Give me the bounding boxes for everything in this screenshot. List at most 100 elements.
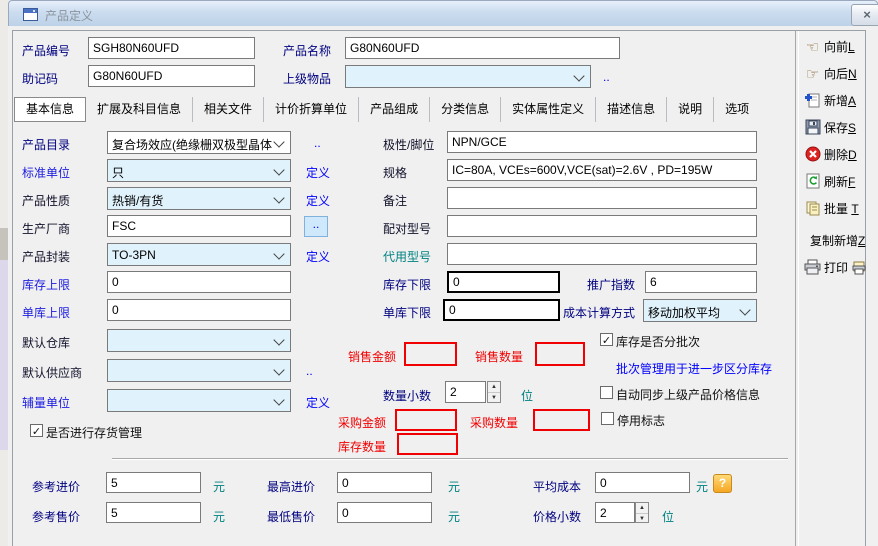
help-icon[interactable]: ? — [713, 474, 732, 493]
price-decimals-spinner[interactable]: ▲▼ — [635, 502, 649, 523]
purchase-amount-label: 采购金额 — [338, 414, 386, 431]
single-lower-input[interactable] — [443, 299, 560, 321]
avg-cost-input[interactable] — [595, 472, 690, 493]
sync-checkbox-label: 自动同步上级产品价格信息 — [616, 386, 760, 403]
single-upper-input[interactable] — [107, 299, 291, 321]
qty-decimals-spinner[interactable]: ▲▼ — [487, 381, 501, 403]
chevron-down-icon — [273, 364, 284, 375]
batch-checkbox[interactable] — [600, 333, 613, 346]
cost-method-combo[interactable]: 移动加权平均 — [643, 299, 757, 322]
chevron-down-icon — [273, 164, 284, 175]
tab-notes[interactable]: 说明 — [667, 97, 714, 122]
promo-index-input[interactable] — [645, 271, 757, 293]
manufacturer-more-button[interactable]: .. — [304, 216, 328, 237]
sync-checkbox[interactable] — [600, 386, 613, 399]
price-decimals-suffix: 位 — [662, 508, 674, 525]
save-button[interactable]: 保存S — [804, 119, 856, 139]
inventory-mgmt-checkbox[interactable] — [30, 424, 43, 437]
polarity-input[interactable] — [447, 131, 757, 153]
remark-input[interactable] — [447, 187, 757, 209]
supplier-combo[interactable] — [107, 359, 291, 382]
sales-qty-label: 销售数量 — [475, 348, 523, 365]
ref-buy-input[interactable] — [106, 472, 201, 493]
save-icon — [804, 119, 821, 138]
package-combo[interactable]: TO-3PN — [107, 243, 291, 266]
substitute-model-input[interactable] — [447, 243, 757, 265]
product-no-input[interactable] — [88, 37, 255, 59]
warehouse-combo[interactable] — [107, 329, 291, 352]
parent-item-more-link[interactable]: .. — [603, 70, 610, 84]
stock-upper-input[interactable] — [107, 271, 291, 293]
std-unit-label: 标准单位 — [22, 164, 70, 181]
close-button[interactable]: × — [851, 4, 878, 26]
tab-product-composition[interactable]: 产品组成 — [359, 97, 430, 122]
spin-down-icon[interactable]: ▼ — [488, 393, 500, 403]
chevron-down-icon — [273, 192, 284, 203]
remark-label: 备注 — [383, 192, 407, 209]
disable-flag-checkbox[interactable] — [601, 412, 614, 425]
cost-method-label: 成本计算方式 — [563, 304, 635, 321]
print-button[interactable]: 打印 — [804, 259, 871, 279]
supplier-more-link[interactable]: .. — [306, 364, 313, 378]
chevron-down-icon — [273, 248, 284, 259]
tab-extended-info[interactable]: 扩展及科目信息 — [86, 97, 193, 122]
aux-unit-combo[interactable] — [107, 389, 291, 412]
inventory-mgmt-label: 是否进行存货管理 — [46, 424, 142, 441]
nature-define-link[interactable]: 定义 — [306, 192, 330, 209]
spec-input[interactable] — [447, 159, 757, 181]
tab-basic-info[interactable]: 基本信息 — [14, 97, 86, 122]
background-window-edge — [0, 0, 8, 546]
spin-down-icon[interactable]: ▼ — [636, 514, 648, 524]
max-buy-input[interactable] — [337, 472, 432, 493]
section-divider — [112, 458, 788, 459]
mnemonic-input[interactable] — [88, 65, 255, 87]
tab-strip: 基本信息 扩展及科目信息 相关文件 计价折算单位 产品组成 分类信息 实体属性定… — [14, 97, 760, 122]
tab-related-files[interactable]: 相关文件 — [193, 97, 264, 122]
product-name-input[interactable] — [345, 37, 620, 59]
tab-pricing-units[interactable]: 计价折算单位 — [264, 97, 359, 122]
copy-new-button[interactable]: 复制新增Z — [810, 232, 865, 252]
nature-combo[interactable]: 热销/有货 — [107, 187, 291, 210]
tab-classification[interactable]: 分类信息 — [430, 97, 501, 122]
spec-label: 规格 — [383, 164, 407, 181]
add-new-button[interactable]: 新增A — [804, 92, 856, 112]
tab-description[interactable]: 描述信息 — [596, 97, 667, 122]
std-unit-combo[interactable]: 只 — [107, 159, 291, 182]
sidebar-separator — [795, 31, 799, 546]
package-define-link[interactable]: 定义 — [306, 248, 330, 265]
nav-forward-button[interactable]: ☜向前L — [804, 38, 855, 58]
nav-back-button[interactable]: ☞向后N — [804, 65, 857, 85]
sales-amount-box — [404, 342, 457, 366]
qty-decimals-input[interactable] — [445, 381, 486, 403]
refresh-button[interactable]: 刷新F — [804, 173, 855, 193]
product-name-label: 产品名称 — [283, 42, 331, 59]
delete-button[interactable]: 删除D — [804, 146, 857, 166]
ref-sell-input[interactable] — [106, 502, 201, 523]
spin-up-icon[interactable]: ▲ — [488, 382, 500, 393]
catalog-combo[interactable]: 复合场效应(绝缘栅双极型晶体管 — [107, 131, 291, 154]
catalog-more-link[interactable]: .. — [314, 136, 321, 150]
tab-options[interactable]: 选项 — [714, 97, 760, 122]
batch-checkbox-label: 库存是否分批次 — [616, 333, 700, 350]
min-sell-input[interactable] — [337, 502, 432, 523]
price-decimals-input[interactable] — [595, 502, 635, 523]
stock-lower-input[interactable] — [447, 271, 560, 293]
product-definition-screen: 产品定义 × 产品编号 产品名称 助记码 上级物品 .. 基本信息 扩展及科目信… — [0, 0, 878, 546]
nature-value: 热销/有货 — [112, 192, 272, 209]
aux-unit-define-link[interactable]: 定义 — [306, 394, 330, 411]
single-upper-label: 单库上限 — [22, 304, 70, 321]
parent-item-combo[interactable] — [345, 65, 591, 88]
print-preview-icon — [851, 260, 868, 278]
sales-qty-box — [535, 342, 585, 366]
chevron-down-icon — [573, 70, 584, 81]
package-label: 产品封装 — [22, 248, 70, 265]
manufacturer-input[interactable] — [107, 215, 291, 237]
refresh-icon — [804, 173, 821, 192]
paired-model-input[interactable] — [447, 215, 757, 237]
spin-up-icon[interactable]: ▲ — [636, 503, 648, 514]
tab-entity-attributes[interactable]: 实体属性定义 — [501, 97, 596, 122]
chevron-down-icon — [273, 334, 284, 345]
batch-button[interactable]: 批量 T — [804, 200, 859, 220]
std-unit-define-link[interactable]: 定义 — [306, 164, 330, 181]
min-sell-unit: 元 — [448, 508, 460, 525]
